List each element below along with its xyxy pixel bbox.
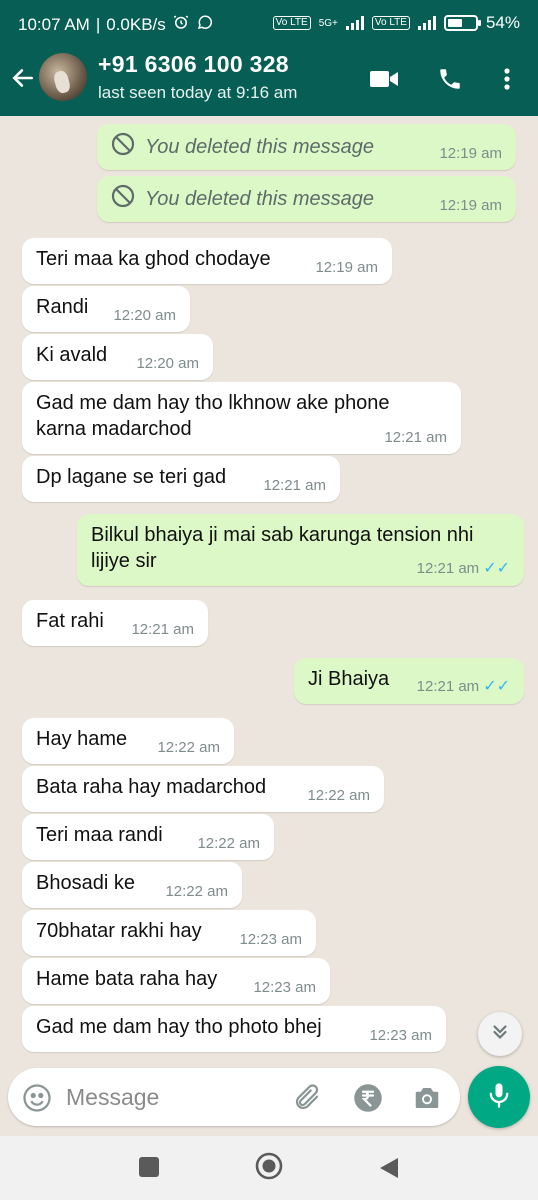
message-time: 12:19 am — [315, 259, 378, 276]
emoji-icon[interactable] — [22, 1083, 52, 1118]
message-text: Gad me dam hay tho lkhnow ake phone karn… — [36, 392, 390, 440]
message-bubble[interactable]: Ki avald 12:20 am — [22, 334, 213, 380]
status-bar: 10:07 AM | 0.0KB/s Vo LTE 5G+ Vo LTE 54% — [0, 0, 538, 48]
microphone-icon — [485, 1081, 513, 1114]
message-time: 12:22 am — [197, 835, 260, 852]
message-bubble[interactable]: Teri maa ka ghod chodaye 12:19 am — [22, 238, 392, 284]
signal-icon-1 — [345, 16, 364, 30]
chat-area[interactable]: You deleted this message 12:19 am You de… — [0, 116, 538, 1066]
contact-name[interactable]: +91 6306 100 328 — [98, 51, 289, 78]
back-navigation-icon[interactable] — [378, 1156, 400, 1185]
message-bubble[interactable]: Dp lagane se teri gad 12:21 am — [22, 456, 340, 502]
message-text: Fat rahi — [36, 610, 104, 632]
voice-message-button[interactable] — [468, 1066, 530, 1128]
message-time: 12:19 am — [439, 145, 502, 162]
battery-percent: 54% — [485, 13, 520, 32]
volte-badge-1: Vo LTE — [272, 16, 311, 30]
message-bubble[interactable]: Hay hame 12:22 am — [22, 718, 234, 764]
deleted-message-icon — [111, 132, 135, 162]
message-bubble[interactable]: Teri maa randi 12:22 am — [22, 814, 274, 860]
home-icon[interactable] — [255, 1152, 283, 1185]
message-bubble[interactable]: Bata raha hay madarchod 12:22 am — [22, 766, 384, 812]
message-bubble[interactable]: You deleted this message 12:19 am — [97, 124, 516, 170]
message-time: 12:21 am — [263, 477, 326, 494]
whatsapp-notification-icon — [196, 13, 214, 36]
back-arrow-icon[interactable] — [10, 65, 36, 91]
message-text: 70bhatar rakhi hay — [36, 920, 202, 942]
camera-icon[interactable] — [412, 1083, 442, 1118]
message-text: Ki avald — [36, 344, 108, 366]
message-bubble[interactable]: 70bhatar rakhi hay 12:23 am — [22, 910, 316, 956]
message-bubble[interactable]: Ji Bhaiya 12:21 am ✓✓ — [294, 658, 524, 704]
system-navigation-bar — [0, 1136, 538, 1200]
message-text: Ji Bhaiya — [308, 668, 390, 690]
message-time: 12:22 am — [307, 787, 370, 804]
message-text: Bata raha hay madarchod — [36, 776, 267, 798]
alarm-icon — [172, 13, 190, 36]
double-chevron-down-icon — [489, 1021, 511, 1048]
volte-badge-2: Vo LTE — [371, 16, 410, 30]
message-composer — [8, 1068, 460, 1126]
signal-5g-label: 5G+ — [318, 17, 338, 29]
message-time: 12:22 am — [165, 883, 228, 900]
top-bar: 10:07 AM | 0.0KB/s Vo LTE 5G+ Vo LTE 54%… — [0, 0, 538, 116]
message-time: 12:21 am — [416, 678, 480, 695]
contact-avatar[interactable] — [39, 53, 87, 101]
message-text: Bhosadi ke — [36, 872, 135, 894]
message-bubble[interactable]: Bilkul bhaiya ji mai sab karunga tension… — [77, 514, 524, 586]
message-text: Randi — [36, 296, 89, 318]
message-input[interactable] — [66, 1080, 286, 1114]
message-text: Teri maa randi — [36, 824, 163, 846]
status-time: 10:07 AM — [18, 14, 90, 34]
message-text: Teri maa ka ghod chodaye — [36, 248, 271, 270]
message-bubble[interactable]: Randi 12:20 am — [22, 286, 190, 332]
more-options-icon[interactable] — [500, 66, 514, 97]
message-bubble[interactable]: Fat rahi 12:21 am — [22, 600, 208, 646]
message-bubble[interactable]: You deleted this message 12:19 am — [97, 176, 516, 222]
message-time: 12:23 am — [239, 931, 302, 948]
message-text: Gad me dam hay tho photo bhej — [36, 1016, 322, 1038]
rupee-payment-icon[interactable] — [353, 1083, 383, 1118]
voice-call-icon[interactable] — [437, 66, 463, 97]
message-time: 12:20 am — [113, 307, 176, 324]
message-time: 12:22 am — [157, 739, 220, 756]
message-bubble[interactable]: Gad me dam hay tho photo bhej 12:23 am — [22, 1006, 446, 1052]
message-text: You deleted this message — [145, 188, 375, 210]
message-time: 12:19 am — [439, 197, 502, 214]
message-time: 12:21 am — [384, 429, 447, 446]
message-time: 12:20 am — [136, 355, 199, 372]
scroll-to-bottom-button[interactable] — [478, 1012, 522, 1056]
recent-apps-icon[interactable] — [138, 1156, 160, 1183]
message-text: Hay hame — [36, 728, 128, 750]
message-text: Dp lagane se teri gad — [36, 466, 227, 488]
read-ticks-icon: ✓✓ — [483, 678, 510, 695]
last-seen-status: last seen today at 9:16 am — [98, 83, 298, 102]
message-bubble[interactable]: Gad me dam hay tho lkhnow ake phone karn… — [22, 382, 461, 454]
message-text: Hame bata raha hay — [36, 968, 218, 990]
chat-header: +91 6306 100 328 last seen today at 9:16… — [0, 48, 538, 116]
message-bubble[interactable]: Bhosadi ke 12:22 am — [22, 862, 242, 908]
attach-icon[interactable] — [292, 1083, 322, 1118]
battery-icon — [443, 15, 481, 31]
message-bubble[interactable]: Hame bata raha hay 12:23 am — [22, 958, 330, 1004]
message-time: 12:23 am — [253, 979, 316, 996]
message-time: 12:23 am — [369, 1027, 432, 1044]
data-speed: 0.0KB/s — [106, 14, 166, 34]
deleted-message-icon — [111, 184, 135, 214]
message-time: 12:21 am — [131, 621, 194, 638]
signal-icon-2 — [417, 16, 436, 30]
read-ticks-icon: ✓✓ — [483, 560, 510, 577]
message-time: 12:21 am — [416, 560, 480, 577]
video-call-icon[interactable] — [369, 66, 399, 97]
message-text: You deleted this message — [145, 136, 375, 158]
